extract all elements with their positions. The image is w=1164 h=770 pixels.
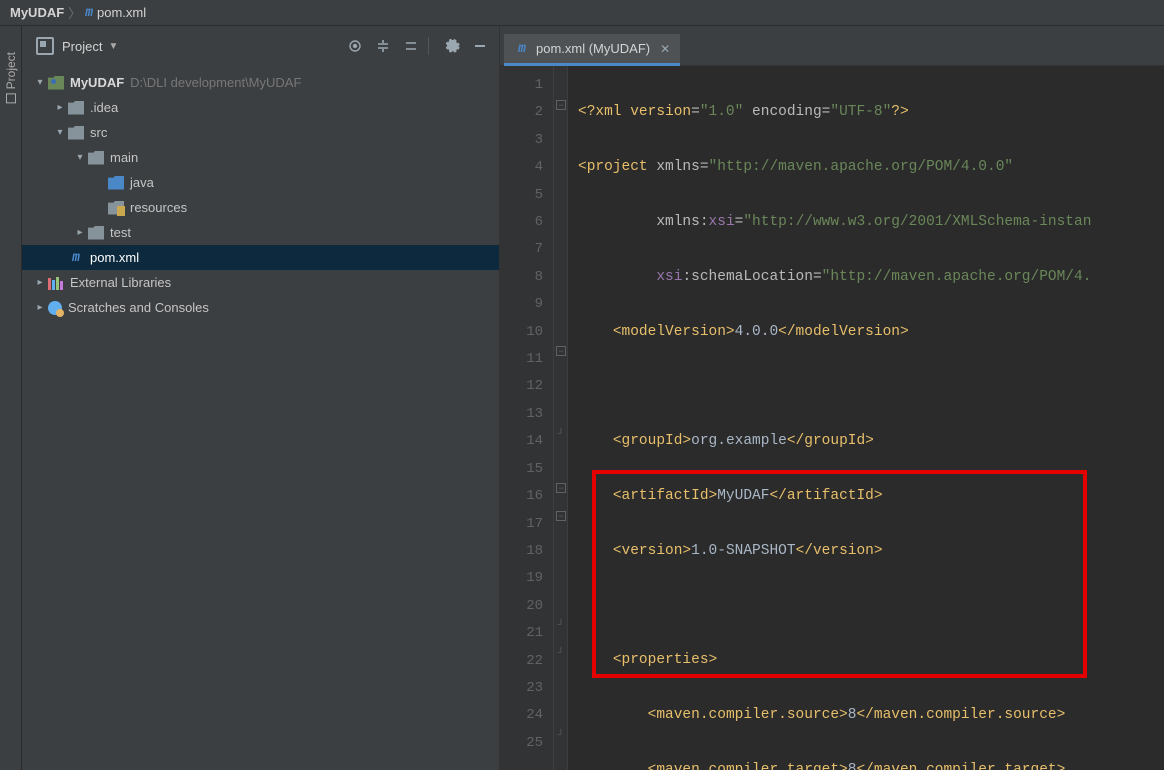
- maven-file-icon: m: [514, 41, 530, 56]
- maven-file-icon: m: [68, 250, 84, 265]
- select-opened-file-icon[interactable]: [344, 35, 366, 57]
- resources-folder-icon: [108, 201, 124, 215]
- tree-src[interactable]: ▾ src: [22, 120, 499, 145]
- collapse-all-icon[interactable]: [400, 35, 422, 57]
- editor-body[interactable]: 1234567891011121314151617181920212223242…: [500, 66, 1164, 770]
- project-tree[interactable]: ▾ MyUDAF D:\DLI development\MyUDAF ▸ .id…: [22, 66, 499, 770]
- breadcrumb: MyUDAF 〉 m pom.xml: [0, 0, 1164, 26]
- close-icon[interactable]: ✕: [660, 42, 670, 56]
- tool-window-stripe: Project: [0, 26, 22, 770]
- tree-pom[interactable]: m pom.xml: [22, 245, 499, 270]
- gear-icon[interactable]: [441, 35, 463, 57]
- maven-file-icon: m: [85, 5, 93, 20]
- fold-marker[interactable]: −: [556, 100, 566, 110]
- tree-external-libraries[interactable]: ▸ External Libraries: [22, 270, 499, 295]
- fold-end[interactable]: ┘: [556, 648, 566, 658]
- tree-test[interactable]: ▸ test: [22, 220, 499, 245]
- breadcrumb-file[interactable]: pom.xml: [97, 5, 146, 20]
- tree-main[interactable]: ▾ main: [22, 145, 499, 170]
- libraries-icon: [48, 276, 64, 290]
- fold-column[interactable]: − − ┘ − − ┘ ┘ ┘: [554, 66, 568, 770]
- tree-root[interactable]: ▾ MyUDAF D:\DLI development\MyUDAF: [22, 70, 499, 95]
- editor: m pom.xml (MyUDAF) ✕ 1234567891011121314…: [500, 26, 1164, 770]
- folder-icon: [68, 101, 84, 115]
- hide-icon[interactable]: [469, 35, 491, 57]
- tree-scratches[interactable]: ▸ Scratches and Consoles: [22, 295, 499, 320]
- source-folder-icon: [108, 176, 124, 190]
- tree-resources[interactable]: resources: [22, 195, 499, 220]
- module-icon: [48, 76, 64, 90]
- chevron-down-icon[interactable]: ▼: [108, 41, 118, 52]
- fold-marker[interactable]: −: [556, 511, 566, 521]
- code-area[interactable]: <?xml version="1.0" encoding="UTF-8"?> <…: [568, 66, 1164, 770]
- tree-java[interactable]: java: [22, 170, 499, 195]
- tree-idea[interactable]: ▸ .idea: [22, 95, 499, 120]
- project-icon: [36, 37, 54, 55]
- project-panel-title[interactable]: Project: [62, 39, 102, 54]
- project-panel-header: Project ▼: [22, 26, 499, 66]
- expand-all-icon[interactable]: [372, 35, 394, 57]
- breadcrumb-separator: 〉: [68, 3, 81, 22]
- breadcrumb-root[interactable]: MyUDAF: [10, 5, 64, 20]
- folder-icon: [88, 151, 104, 165]
- folder-icon: [88, 226, 104, 240]
- separator: [428, 37, 429, 55]
- fold-end[interactable]: ┘: [556, 429, 566, 439]
- fold-end[interactable]: ┘: [556, 620, 566, 630]
- project-panel: Project ▼: [22, 26, 500, 770]
- project-tool-tab[interactable]: Project: [2, 46, 20, 109]
- fold-end[interactable]: ┘: [556, 730, 566, 740]
- fold-marker[interactable]: −: [556, 483, 566, 493]
- folder-icon: [68, 126, 84, 140]
- fold-marker[interactable]: −: [556, 346, 566, 356]
- editor-tab-label: pom.xml (MyUDAF): [536, 41, 650, 56]
- scratches-icon: [48, 301, 62, 315]
- line-number-gutter: 1234567891011121314151617181920212223242…: [500, 66, 554, 770]
- editor-tab-pom[interactable]: m pom.xml (MyUDAF) ✕: [504, 34, 680, 66]
- editor-tab-bar: m pom.xml (MyUDAF) ✕: [500, 26, 1164, 66]
